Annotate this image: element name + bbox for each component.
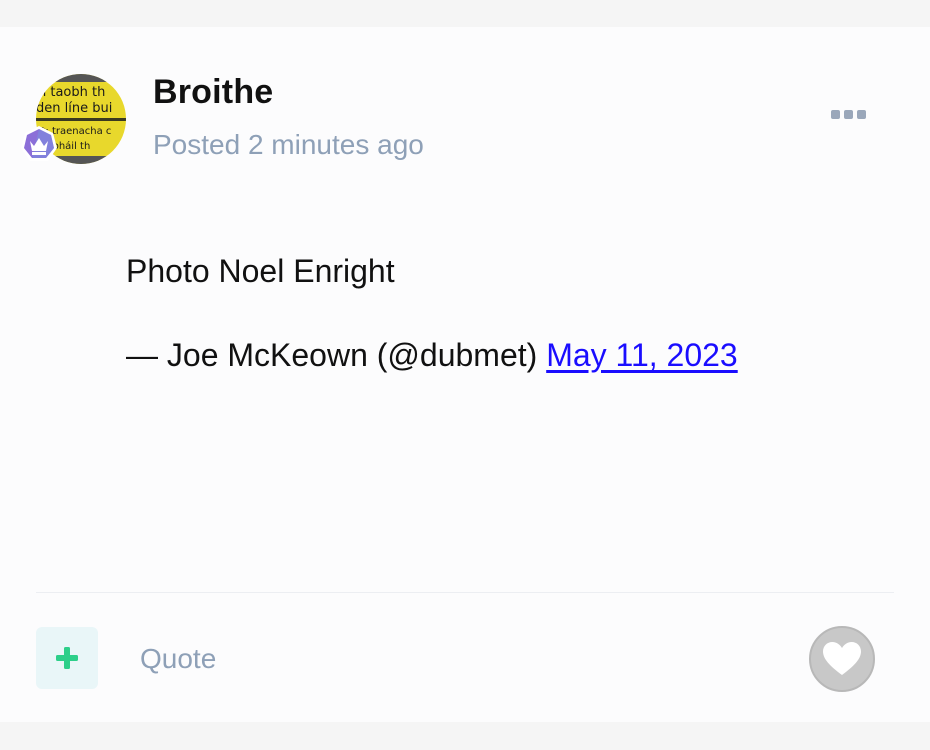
ellipsis-icon [831,110,866,119]
post-body: Photo Noel Enright — Joe McKeown (@dubme… [126,249,886,377]
date-link[interactable]: May 11, 2023 [546,337,738,373]
like-button[interactable] [809,626,875,692]
more-options-button[interactable] [820,99,878,131]
add-reaction-button[interactable] [36,627,98,689]
avatar-text-line-1: n taobh th [38,85,105,100]
divider [36,592,894,593]
author-name[interactable]: Broithe [153,69,273,115]
crown-badge-icon [18,124,60,166]
attribution-text: — Joe McKeown (@dubmet) [126,337,547,373]
avatar-container[interactable]: n taobh th den líne bui ct: traenacha c … [18,74,128,192]
quote-button[interactable]: Quote [140,639,216,679]
plus-icon [56,647,78,669]
avatar-text-line-2: den líne bui [36,101,112,116]
post-card: n taobh th den líne bui ct: traenacha c … [0,27,930,722]
post-attribution: — Joe McKeown (@dubmet) May 11, 2023 [126,333,886,377]
post-timestamp: Posted 2 minutes ago [153,129,424,160]
heart-icon [823,642,861,675]
post-body-line: Photo Noel Enright [126,253,395,289]
